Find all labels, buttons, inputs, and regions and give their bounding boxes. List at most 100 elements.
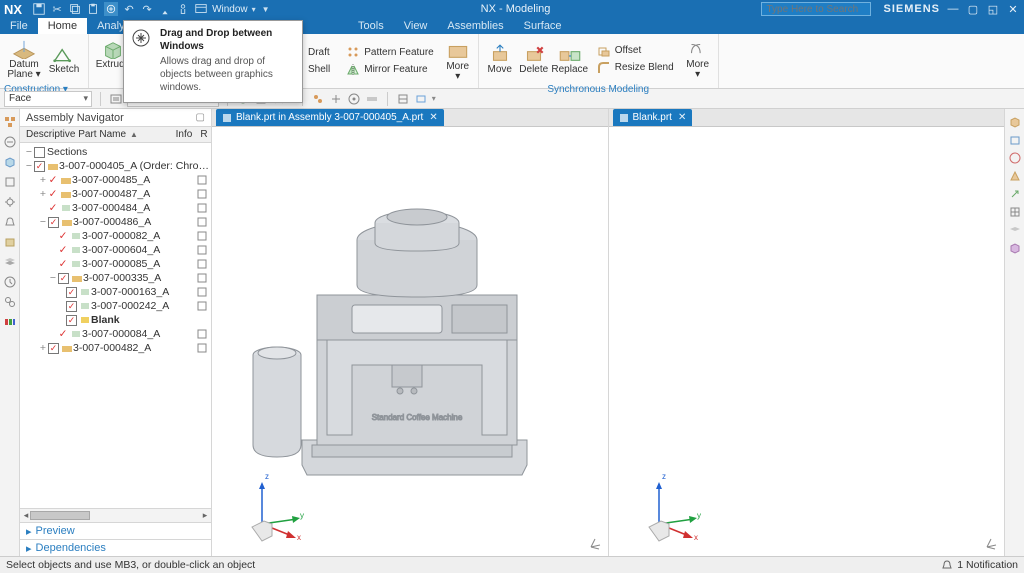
sel-tool-8-icon[interactable] xyxy=(396,92,410,106)
rail-tri-icon[interactable] xyxy=(1008,169,1022,183)
minimize-icon[interactable]: — xyxy=(946,2,960,16)
mini-triad-icon[interactable] xyxy=(984,536,998,550)
cut-icon[interactable]: ✂ xyxy=(50,2,64,16)
restore-icon[interactable]: ▢ xyxy=(966,2,980,16)
nav-reuse-icon[interactable] xyxy=(3,175,17,189)
paste-icon[interactable] xyxy=(86,2,100,16)
nav-notif-icon[interactable] xyxy=(3,215,17,229)
maximize-icon[interactable]: ◱ xyxy=(986,2,1000,16)
rail-grid-icon[interactable] xyxy=(1008,205,1022,219)
nav-constraint-icon[interactable] xyxy=(3,135,17,149)
nav-chain-icon[interactable] xyxy=(3,295,17,309)
tab-left[interactable]: Blank.prt in Assembly 3-007-000405_A.prt… xyxy=(216,109,444,126)
viewport-right: Blank.prt ✕ z y x xyxy=(609,109,1005,556)
filter-type-select[interactable]: Face xyxy=(4,91,92,107)
drag-drop-icon[interactable] xyxy=(104,2,118,16)
sketch-button[interactable]: Sketch xyxy=(44,41,84,77)
tab-right[interactable]: Blank.prt ✕ xyxy=(613,109,693,126)
window-menu-icon[interactable] xyxy=(194,2,208,16)
tab-close-icon[interactable]: ✕ xyxy=(429,112,437,123)
more-button-1[interactable]: More ▾ xyxy=(442,38,474,84)
save-icon[interactable] xyxy=(32,2,46,16)
drag-drop-tooltip-icon xyxy=(130,27,152,49)
bell-icon[interactable] xyxy=(941,559,953,571)
canvas-right[interactable]: z y x xyxy=(609,127,1005,556)
offset-button[interactable]: Offset xyxy=(593,43,678,59)
nav-layers-icon[interactable] xyxy=(3,255,17,269)
info-icon[interactable] xyxy=(197,175,211,185)
titlebar: NX ✂ ↶ ↷ Window▾ ▼ NX - Modeling SIEMENS… xyxy=(0,0,1024,18)
pin-icon[interactable] xyxy=(158,2,172,16)
panel-dock-icon[interactable]: ▢ xyxy=(196,112,205,123)
group-sync: Synchronous Modeling xyxy=(479,84,718,96)
menu-view[interactable]: View xyxy=(394,18,438,34)
sketch-icon xyxy=(51,43,77,65)
sel-tool-5-icon[interactable] xyxy=(329,92,343,106)
touch-icon[interactable] xyxy=(176,2,190,16)
view-triad-left[interactable]: z y x xyxy=(242,464,312,544)
left-nav-rail xyxy=(0,109,20,556)
sel-tool-7-icon[interactable] xyxy=(365,92,379,106)
close-icon[interactable]: ✕ xyxy=(1006,2,1020,16)
view-triad-right[interactable]: z y x xyxy=(639,464,709,544)
rail-more-icon[interactable] xyxy=(1008,241,1022,255)
replace-button[interactable]: Replace xyxy=(551,41,589,77)
work-area: Assembly Navigator ▢ Descriptive Part Na… xyxy=(0,109,1024,556)
pattern-feature-button[interactable]: Pattern Feature xyxy=(342,44,437,60)
rail-circle-icon[interactable] xyxy=(1008,151,1022,165)
preview-section[interactable]: ▸Preview xyxy=(20,522,211,539)
sel-tool-4-icon[interactable] xyxy=(311,92,325,106)
rail-arrow-icon[interactable] xyxy=(1008,187,1022,201)
menu-home[interactable]: Home xyxy=(38,18,87,34)
tooltip-drag-drop: Drag and Drop between Windows Allows dra… xyxy=(123,20,303,103)
sel-tool-9-icon[interactable] xyxy=(414,92,428,106)
menu-assemblies[interactable]: Assemblies xyxy=(437,18,513,34)
pattern-icon xyxy=(346,45,360,59)
assembly-navigator: Assembly Navigator ▢ Descriptive Part Na… xyxy=(20,109,212,556)
dependencies-section[interactable]: ▸Dependencies xyxy=(20,539,211,556)
tab-close-icon[interactable]: ✕ xyxy=(678,112,686,123)
more-icon xyxy=(445,40,471,62)
notification-count[interactable]: 1 Notification xyxy=(957,559,1018,571)
menu-file[interactable]: File xyxy=(0,18,38,34)
sel-tool-6-icon[interactable] xyxy=(347,92,361,106)
window-dropdown[interactable]: Window xyxy=(212,4,248,15)
mirror-feature-button[interactable]: Mirror Feature xyxy=(342,61,437,77)
nav-assembly-icon[interactable] xyxy=(3,115,17,129)
canvas-left[interactable]: Standard Coffee Machine z y x xyxy=(212,127,608,556)
search-input[interactable] xyxy=(761,2,871,16)
menu-surface[interactable]: Surface xyxy=(514,18,572,34)
rail-cube-icon[interactable] xyxy=(1008,115,1022,129)
coffee-machine-model: Standard Coffee Machine xyxy=(242,165,572,505)
menu-tools[interactable]: Tools xyxy=(348,18,394,34)
redo-icon[interactable]: ↷ xyxy=(140,2,154,16)
move-icon xyxy=(487,43,513,65)
assembly-tree[interactable]: −Sections −✓3-007-000405_A (Order: Chron… xyxy=(20,143,211,508)
col-info[interactable]: Info xyxy=(171,129,197,140)
svg-text:x: x xyxy=(297,533,301,542)
undo-icon[interactable]: ↶ xyxy=(122,2,136,16)
mini-triad-icon[interactable] xyxy=(588,536,602,550)
panel-title: Assembly Navigator xyxy=(26,112,124,124)
nav-history-icon[interactable] xyxy=(3,275,17,289)
copy-icon[interactable] xyxy=(68,2,82,16)
tree-scrollbar[interactable]: ◂▸ xyxy=(20,508,211,522)
delete-button[interactable]: Delete xyxy=(517,41,551,77)
nav-gear-icon[interactable] xyxy=(3,195,17,209)
more-button-2[interactable]: More ▾ xyxy=(682,36,714,82)
col-part-name[interactable]: Descriptive Part Name xyxy=(26,129,126,140)
col-r[interactable]: R xyxy=(197,129,211,140)
datum-plane-button[interactable]: Datum Plane ▾ xyxy=(4,36,44,82)
resize-blend-button[interactable]: Resize Blend xyxy=(593,60,678,76)
mirror-icon xyxy=(346,62,360,76)
replace-icon xyxy=(557,43,583,65)
more-icon-2 xyxy=(685,38,711,60)
nav-box-icon[interactable] xyxy=(3,235,17,249)
delete-icon xyxy=(521,43,547,65)
nav-part-icon[interactable] xyxy=(3,155,17,169)
rail-box-icon[interactable] xyxy=(1008,133,1022,147)
move-button[interactable]: Move xyxy=(483,41,517,77)
rail-layer-icon[interactable] xyxy=(1008,223,1022,237)
viewports: Blank.prt in Assembly 3-007-000405_A.prt… xyxy=(212,109,1004,556)
nav-palette-icon[interactable] xyxy=(3,315,17,329)
